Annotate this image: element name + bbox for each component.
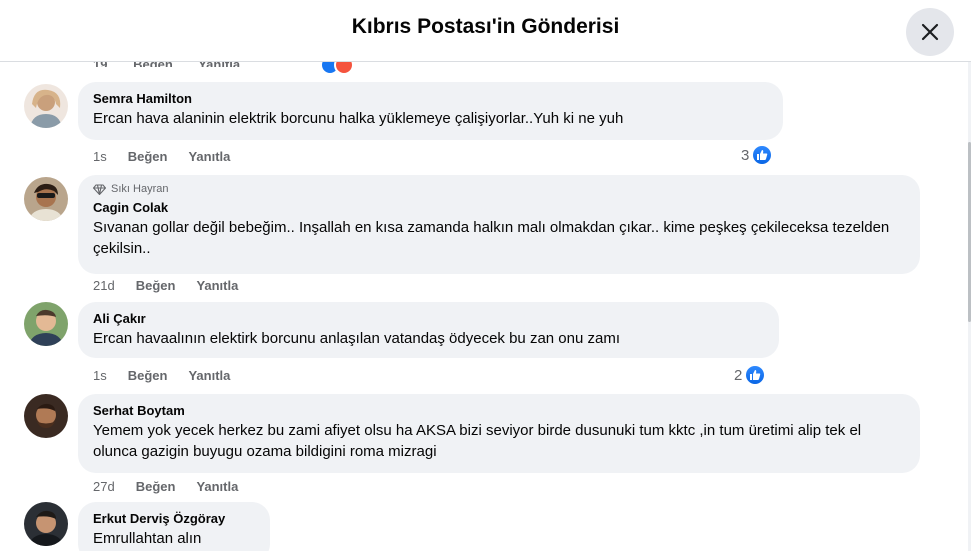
close-icon	[921, 23, 939, 41]
comment-bubble: Erkut Derviş Özgöray Emrullahtan alın	[78, 502, 270, 551]
comment-author[interactable]: Erkut Derviş Özgöray	[93, 511, 256, 527]
avatar[interactable]	[24, 394, 68, 438]
comment-text: Emrullahtan alın	[93, 530, 202, 547]
comment-actions: 27d Beğen Yanıtla	[93, 479, 259, 495]
diamond-icon	[93, 183, 106, 195]
like-icon	[751, 144, 774, 166]
avatar[interactable]	[24, 177, 68, 221]
like-button[interactable]: Beğen	[128, 149, 168, 165]
like-button[interactable]: Beğen	[136, 479, 176, 495]
reply-button[interactable]: Yanıtla	[196, 479, 238, 495]
dialog-title: Kıbrıs Postası'in Gönderisi	[351, 15, 620, 38]
comment-time[interactable]: 1s	[93, 368, 107, 384]
comment-bubble: Sıkı Hayran Cagin Colak Sıvanan gollar d…	[78, 175, 920, 274]
like-icon	[744, 364, 767, 386]
comment-time[interactable]: 1s	[93, 149, 107, 165]
comment-actions: 1s Beğen Yanıtla	[93, 149, 251, 165]
reply-button[interactable]: Yanıtla	[188, 368, 230, 384]
comment-author[interactable]: Ali Çakır	[93, 311, 765, 327]
comment-bubble: Semra Hamilton Ercan hava alaninin elekt…	[78, 82, 783, 140]
badge-label: Sıkı Hayran	[111, 183, 169, 195]
close-button[interactable]	[906, 8, 954, 56]
like-button[interactable]: Beğen	[136, 278, 176, 294]
comment-bubble: Serhat Boytam Yemem yok yecek herkez bu …	[78, 394, 920, 473]
like-button[interactable]: Beğen	[128, 368, 168, 384]
reaction-count[interactable]: 2	[734, 364, 767, 386]
top-fan-badge: Sıkı Hayran	[93, 183, 906, 195]
reaction-count[interactable]: 3	[741, 144, 774, 166]
comment-text: Ercan hava alaninin elektrik borcunu hal…	[93, 110, 624, 127]
comment-actions: 1s Beğen Yanıtla	[93, 368, 251, 384]
comment-text: Yemem yok yecek herkez bu zami afiyet ol…	[93, 422, 862, 460]
reply-button[interactable]: Yanıtla	[188, 149, 230, 165]
dialog-header: Kıbrıs Postası'in Gönderisi	[0, 0, 971, 62]
comment-text: Sıvanan gollar değil bebeğim.. Inşallah …	[93, 219, 890, 257]
comment-author[interactable]: Semra Hamilton	[93, 91, 769, 107]
comment-time[interactable]: 27d	[93, 479, 115, 495]
reaction-count-label: 2	[734, 366, 743, 384]
comment-bubble: Ali Çakır Ercan havaalının elektirk borc…	[78, 302, 779, 358]
comment-actions: 21d Beğen Yanıtla	[93, 278, 259, 294]
comment-text: Ercan havaalının elektirk borcunu anlaşı…	[93, 330, 620, 347]
avatar[interactable]	[24, 502, 68, 546]
avatar[interactable]	[24, 302, 68, 346]
comment-author[interactable]: Cagin Colak	[93, 200, 906, 216]
reply-button[interactable]: Yanıtla	[196, 278, 238, 294]
comment-time[interactable]: 21d	[93, 278, 115, 294]
reaction-count-label: 3	[741, 146, 750, 164]
avatar[interactable]	[24, 84, 68, 128]
comment-author[interactable]: Serhat Boytam	[93, 403, 906, 419]
